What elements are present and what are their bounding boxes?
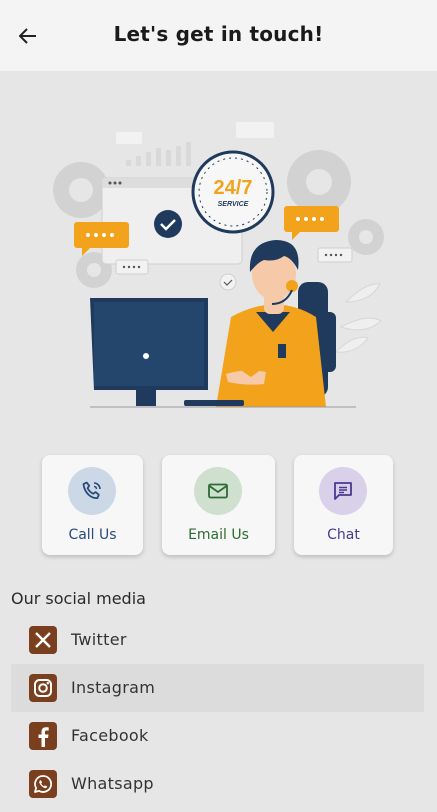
phone-icon [68, 467, 116, 515]
facebook-icon [29, 722, 57, 750]
email-us-card[interactable]: Email Us [162, 455, 275, 555]
social-item-label: Twitter [71, 630, 127, 649]
instagram-icon [29, 674, 57, 702]
clock-text: 24/7 [214, 177, 253, 199]
mail-icon [194, 467, 242, 515]
social-item-label: Facebook [71, 726, 149, 745]
call-us-label: Call Us [68, 527, 117, 543]
call-us-card[interactable]: Call Us [42, 455, 143, 555]
customer-support-illustration: 24/7 SERVICE [53, 122, 384, 408]
social-media-heading: Our social media [11, 589, 146, 608]
chat-icon [319, 467, 367, 515]
whatsapp-icon [29, 770, 57, 798]
chat-label: Chat [327, 527, 360, 543]
app-bar: Let's get in touch! [0, 0, 437, 71]
social-item-instagram[interactable]: Instagram [11, 664, 424, 712]
social-item-facebook[interactable]: Facebook [11, 712, 424, 760]
clock-sub-text: SERVICE [218, 201, 249, 208]
social-item-label: Whatsapp [71, 774, 154, 793]
email-us-label: Email Us [188, 527, 249, 543]
x-logo-icon [29, 626, 57, 654]
social-item-label: Instagram [71, 678, 156, 697]
chat-card[interactable]: Chat [294, 455, 393, 555]
social-item-whatsapp[interactable]: Whatsapp [11, 760, 424, 808]
page-title: Let's get in touch! [113, 22, 324, 46]
social-item-twitter[interactable]: Twitter [11, 616, 424, 664]
